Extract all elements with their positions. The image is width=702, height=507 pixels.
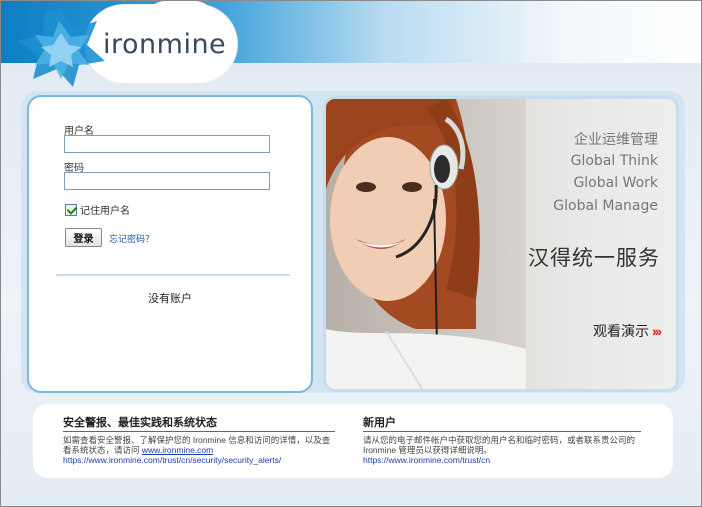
- security-text: 如需查看安全警报、了解保护您的 Ironmine 信息和访问的详情，以及查看系统…: [63, 435, 335, 455]
- info-panel: 安全警报、最佳实践和系统状态 如需查看安全警报、了解保护您的 Ironmine …: [33, 404, 673, 478]
- trust-link[interactable]: https://www.ironmine.com/trust/cn: [363, 455, 641, 465]
- promo-line-4: Global Manage: [553, 198, 658, 214]
- ironmine-link[interactable]: www.ironmine.com: [142, 445, 213, 455]
- chevron-right-icon: ›››: [652, 323, 662, 339]
- login-button[interactable]: 登录: [65, 228, 102, 247]
- promo-line-3: Global Work: [573, 175, 658, 191]
- new-user-title: 新用户: [363, 414, 641, 432]
- security-title: 安全警报、最佳实践和系统状态: [63, 414, 335, 432]
- login-page: ironmine 用户名 密码 记住用户名 登录 忘记密码？ 没有账户 企业运维…: [0, 0, 702, 507]
- security-section: 安全警报、最佳实践和系统状态 如需查看安全警报、了解保护您的 Ironmine …: [63, 414, 335, 465]
- logo-text: ironmine: [103, 29, 227, 60]
- watch-demo-link[interactable]: 观看演示 ›››: [593, 321, 662, 341]
- promo-line-1: 企业运维管理: [574, 132, 658, 148]
- security-alerts-link[interactable]: https://www.ironmine.com/trust/cn/securi…: [63, 455, 335, 465]
- no-account-link[interactable]: 没有账户: [27, 290, 313, 306]
- username-input[interactable]: [64, 135, 270, 153]
- ironmine-star-logo-icon: [17, 9, 105, 87]
- promo-headline: 汉得统一服务: [528, 247, 660, 270]
- forgot-password-link[interactable]: 忘记密码？: [109, 232, 154, 245]
- remember-username[interactable]: 记住用户名: [65, 202, 130, 217]
- new-user-section: 新用户 请从您的电子邮件帐户中获取您的用户名和临时密码，或者联系贵公司的 Iro…: [363, 414, 641, 465]
- divider: [56, 274, 290, 276]
- support-agent-photo: [326, 99, 526, 389]
- watch-demo-label: 观看演示: [593, 323, 649, 339]
- password-input[interactable]: [64, 172, 270, 190]
- remember-label: 记住用户名: [80, 206, 130, 217]
- promo-banner[interactable]: 企业运维管理 Global Think Global Work Global M…: [323, 96, 679, 392]
- promo-line-2: Global Think: [570, 153, 658, 169]
- remember-checkbox[interactable]: [65, 203, 77, 216]
- new-user-text: 请从您的电子邮件帐户中获取您的用户名和临时密码，或者联系贵公司的 Ironmin…: [363, 435, 636, 455]
